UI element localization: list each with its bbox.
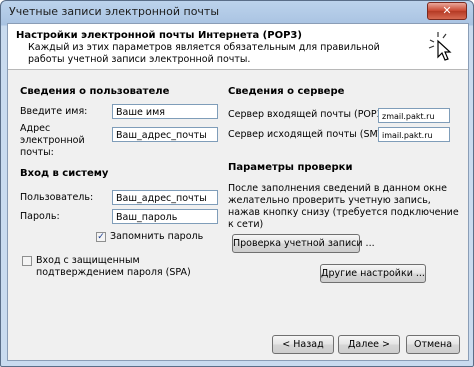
password-label: Пароль: [20, 211, 60, 222]
back-button[interactable]: < Назад [272, 335, 334, 354]
server-info-heading: Сведения о сервере [228, 86, 345, 97]
remember-password-checkbox[interactable]: ✓ [96, 232, 106, 242]
spa-label: Вход с защищенным подтверждением пароля … [36, 255, 191, 278]
email-input[interactable]: Ваш_адрес_почты [112, 127, 218, 142]
test-settings-heading: Параметры проверки [228, 162, 353, 173]
username-label: Пользователь: [20, 192, 94, 203]
cancel-button[interactable]: Отмена [406, 335, 460, 354]
email-label: Адрес электронной почты: [20, 123, 85, 158]
spa-checkbox[interactable] [22, 256, 32, 266]
incoming-server-label: Сервер входящей почты (POP3): [228, 109, 390, 120]
more-settings-button[interactable]: Другие настройки ... [320, 264, 426, 283]
close-button[interactable]: ✕ [427, 2, 467, 20]
name-label: Введите имя: [20, 106, 88, 117]
login-heading: Вход в систему [20, 168, 109, 179]
window-title: Учетные записи электронной почты [9, 5, 220, 18]
username-input[interactable]: Ваш_адрес_почты [112, 190, 218, 205]
title-bar[interactable]: Учетные записи электронной почты ✕ [1, 1, 473, 23]
page-title: Настройки электронной почты Интернета (P… [16, 30, 302, 41]
incoming-server-input[interactable]: zmail.pakt.ru [378, 108, 450, 123]
outgoing-server-label: Сервер исходящей почты (SMTP): [228, 129, 397, 140]
test-settings-description: После заполнения сведений в данном окне … [228, 183, 459, 230]
test-account-button[interactable]: Проверка учетной записи ... [232, 234, 375, 253]
header-panel: Настройки электронной почты Интернета (P… [8, 24, 468, 70]
page-description: Каждый из этих параметров является обяза… [28, 42, 380, 65]
name-input[interactable]: Ваше имя [112, 104, 218, 119]
outgoing-server-input[interactable]: imail.pakt.ru [378, 127, 450, 142]
cursor-click-icon [428, 32, 452, 61]
next-button[interactable]: Далее > [338, 335, 400, 354]
user-info-heading: Сведения о пользователе [20, 86, 170, 97]
remember-password-label: Запомнить пароль [110, 231, 204, 242]
dialog-body: Настройки электронной почты Интернета (P… [7, 23, 469, 361]
password-input[interactable]: Ваш_пароль [112, 209, 218, 224]
dialog-window: Учетные записи электронной почты ✕ Настр… [0, 0, 474, 367]
